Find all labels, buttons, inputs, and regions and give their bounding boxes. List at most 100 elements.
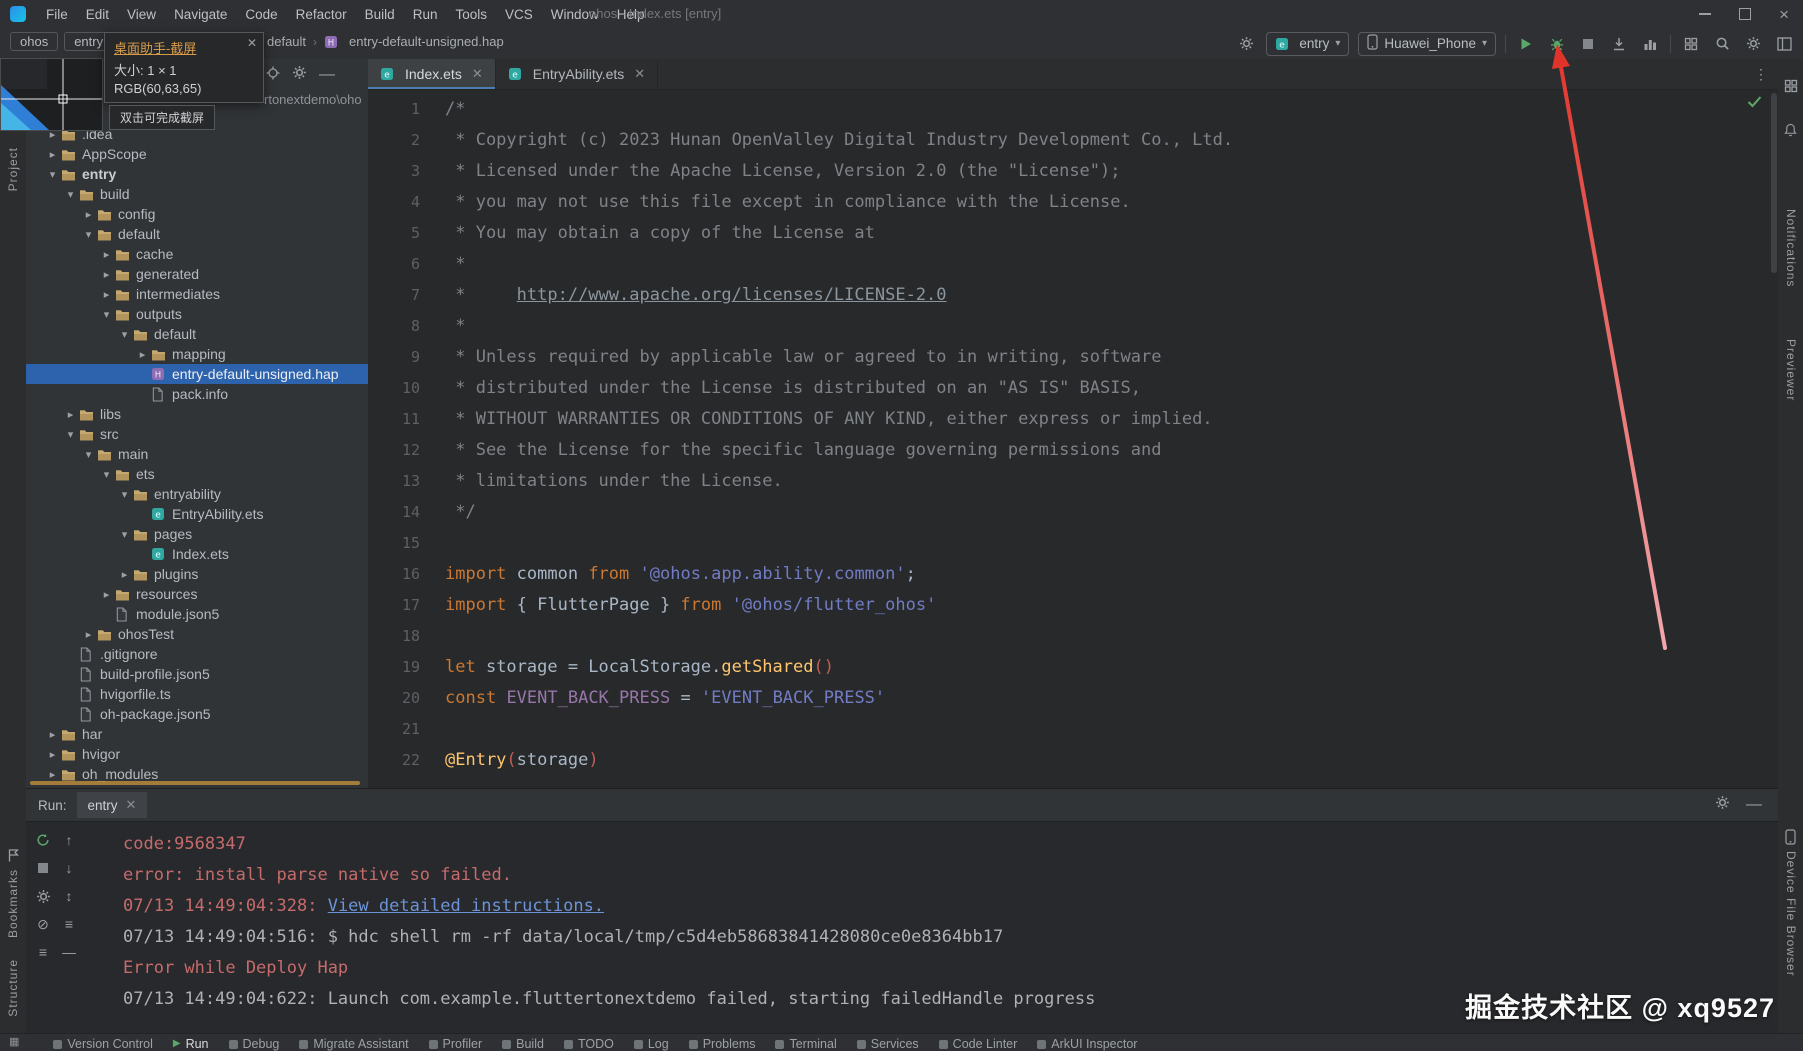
tree-item-entry-default-unsigned.hap[interactable]: Hentry-default-unsigned.hap xyxy=(26,364,368,384)
chevron-expanded-icon[interactable]: ▾ xyxy=(62,188,79,201)
tree-item-pages[interactable]: ▾ pages xyxy=(26,524,368,544)
close-icon[interactable]: ✕ xyxy=(126,797,137,813)
statusbar-item-debug[interactable]: Debug xyxy=(228,1037,279,1051)
tree-item-src[interactable]: ▾ src xyxy=(26,424,368,444)
chevron-expanded-icon[interactable]: ▾ xyxy=(44,168,61,181)
menu-vcs[interactable]: VCS xyxy=(497,5,541,24)
up-icon[interactable]: ↑ xyxy=(60,831,78,849)
chevron-expanded-icon[interactable]: ▾ xyxy=(98,308,115,321)
menu-tools[interactable]: Tools xyxy=(447,5,495,24)
device-manager-button[interactable] xyxy=(1680,33,1702,55)
tree-item-config[interactable]: ▸ config xyxy=(26,204,368,224)
down-icon[interactable]: ↓ xyxy=(60,859,78,877)
statusbar-item-build[interactable]: Build xyxy=(502,1037,544,1051)
statusbar-item-code-linter[interactable]: Code Linter xyxy=(938,1037,1017,1051)
attach-debugger-button[interactable] xyxy=(1608,33,1630,55)
editor-scrollbar[interactable] xyxy=(1771,93,1777,273)
tree-item-ets[interactable]: ▾ ets xyxy=(26,464,368,484)
hide-panel-icon[interactable]: — xyxy=(319,66,335,84)
run-tab-entry[interactable]: entry ✕ xyxy=(76,792,148,818)
chevron-collapsed-icon[interactable]: ▸ xyxy=(80,628,97,641)
tool-window-switcher-icon[interactable]: ▦ xyxy=(9,1037,19,1048)
tree-item-entryability[interactable]: ▾ entryability xyxy=(26,484,368,504)
phone-icon[interactable] xyxy=(1778,829,1803,845)
tree-item-generated[interactable]: ▸ generated xyxy=(26,264,368,284)
statusbar-item-migrate-assistant[interactable]: Migrate Assistant xyxy=(299,1037,409,1051)
rerun-icon[interactable] xyxy=(34,831,52,849)
gear-icon[interactable] xyxy=(34,887,52,905)
statusbar-item-terminal[interactable]: Terminal xyxy=(775,1037,837,1051)
chevron-collapsed-icon[interactable]: ▸ xyxy=(44,148,61,161)
tree-item-intermediates[interactable]: ▸ intermediates xyxy=(26,284,368,304)
bookmark-icon[interactable] xyxy=(0,849,26,862)
close-icon[interactable]: × xyxy=(1779,6,1789,23)
profiler-button[interactable] xyxy=(1639,33,1661,55)
minimize-icon[interactable] xyxy=(1699,13,1712,15)
menu-run[interactable]: Run xyxy=(405,5,446,24)
tool-window-button-project[interactable]: Project xyxy=(6,147,20,191)
chevron-expanded-icon[interactable]: ▾ xyxy=(116,488,133,501)
maximize-icon[interactable] xyxy=(1739,8,1752,20)
tree-item-main[interactable]: ▾ main xyxy=(26,444,368,464)
run-config-select[interactable]: e entry ▾ xyxy=(1266,31,1350,56)
chevron-collapsed-icon[interactable]: ▸ xyxy=(98,268,115,281)
tool-window-button-structure[interactable]: Structure xyxy=(6,959,20,1017)
run-config-gear-icon[interactable] xyxy=(1235,33,1257,55)
code-editor[interactable]: 1 /* 2 * Copyright (c) 2023 Hunan OpenVall… xyxy=(368,89,1770,788)
chevron-expanded-icon[interactable]: ▾ xyxy=(62,428,79,441)
chevron-collapsed-icon[interactable]: ▸ xyxy=(98,248,115,261)
tree-item-default[interactable]: ▾ default xyxy=(26,224,368,244)
close-icon[interactable]: ✕ xyxy=(634,66,645,82)
gear-icon[interactable] xyxy=(1715,795,1730,815)
tree-item-resources[interactable]: ▸ resources xyxy=(26,584,368,604)
tab-Index.ets[interactable]: e Index.ets ✕ xyxy=(368,59,496,89)
chevron-collapsed-icon[interactable]: ▸ xyxy=(62,408,79,421)
tree-item-oh-package.json5[interactable]: oh-package.json5 xyxy=(26,704,368,724)
menu-code[interactable]: Code xyxy=(237,5,285,24)
tree-item-module.json5[interactable]: module.json5 xyxy=(26,604,368,624)
chevron-collapsed-icon[interactable]: ▸ xyxy=(80,208,97,221)
chevron-collapsed-icon[interactable]: ▸ xyxy=(98,288,115,301)
tree-item-AppScope[interactable]: ▸ AppScope xyxy=(26,144,368,164)
tree-item-har[interactable]: ▸ har xyxy=(26,724,368,744)
statusbar-item-version-control[interactable]: Version Control xyxy=(53,1037,153,1051)
stop-icon[interactable] xyxy=(34,859,52,877)
inspections-ok-icon[interactable] xyxy=(1747,95,1762,113)
gear-icon[interactable] xyxy=(292,65,307,85)
run-button[interactable] xyxy=(1515,33,1537,55)
list-icon[interactable]: ≡ xyxy=(60,915,78,933)
close-icon[interactable]: ✕ xyxy=(247,37,257,49)
menu-file[interactable]: File xyxy=(38,5,76,24)
tree-item-build-profile.json5[interactable]: build-profile.json5 xyxy=(26,664,368,684)
statusbar-item-arkui-inspector[interactable]: ArkUI Inspector xyxy=(1037,1037,1137,1051)
chevron-expanded-icon[interactable]: ▾ xyxy=(116,528,133,541)
chevron-expanded-icon[interactable]: ▾ xyxy=(98,468,115,481)
statusbar-item-profiler[interactable]: Profiler xyxy=(428,1037,482,1051)
tabs-more-icon[interactable]: ⋮ xyxy=(1744,59,1778,89)
layout-button[interactable] xyxy=(1773,33,1795,55)
chevron-expanded-icon[interactable]: ▾ xyxy=(116,328,133,341)
console-link[interactable]: View detailed instructions. xyxy=(328,896,604,916)
tree-item-mapping[interactable]: ▸ mapping xyxy=(26,344,368,364)
debug-button[interactable] xyxy=(1546,33,1568,55)
minimize-panel-icon[interactable]: — xyxy=(1746,796,1762,814)
chevron-collapsed-icon[interactable]: ▸ xyxy=(44,768,61,781)
tree-item-ohosTest[interactable]: ▸ ohosTest xyxy=(26,624,368,644)
stop-button[interactable] xyxy=(1577,33,1599,55)
breadcrumb-item-ohos[interactable]: ohos xyxy=(10,32,59,51)
assistant-icon[interactable] xyxy=(1778,79,1803,93)
statusbar-item-todo[interactable]: TODO xyxy=(563,1037,614,1051)
chevron-collapsed-icon[interactable]: ▸ xyxy=(134,348,151,361)
collapse-icon[interactable]: — xyxy=(60,943,78,961)
tree-item-default[interactable]: ▾ default xyxy=(26,324,368,344)
tree-item-outputs[interactable]: ▾ outputs xyxy=(26,304,368,324)
chevron-collapsed-icon[interactable]: ▸ xyxy=(44,728,61,741)
soft-wrap-icon[interactable]: ≡ xyxy=(34,943,52,961)
chevron-collapsed-icon[interactable]: ▸ xyxy=(44,748,61,761)
search-everywhere-button[interactable] xyxy=(1711,33,1733,55)
chevron-expanded-icon[interactable]: ▾ xyxy=(80,228,97,241)
tree-item-EntryAbility.ets[interactable]: e EntryAbility.ets xyxy=(26,504,368,524)
tree-item-entry[interactable]: ▾ entry xyxy=(26,164,368,184)
statusbar-item-problems[interactable]: Problems xyxy=(688,1037,755,1051)
bell-icon[interactable] xyxy=(1778,123,1803,137)
